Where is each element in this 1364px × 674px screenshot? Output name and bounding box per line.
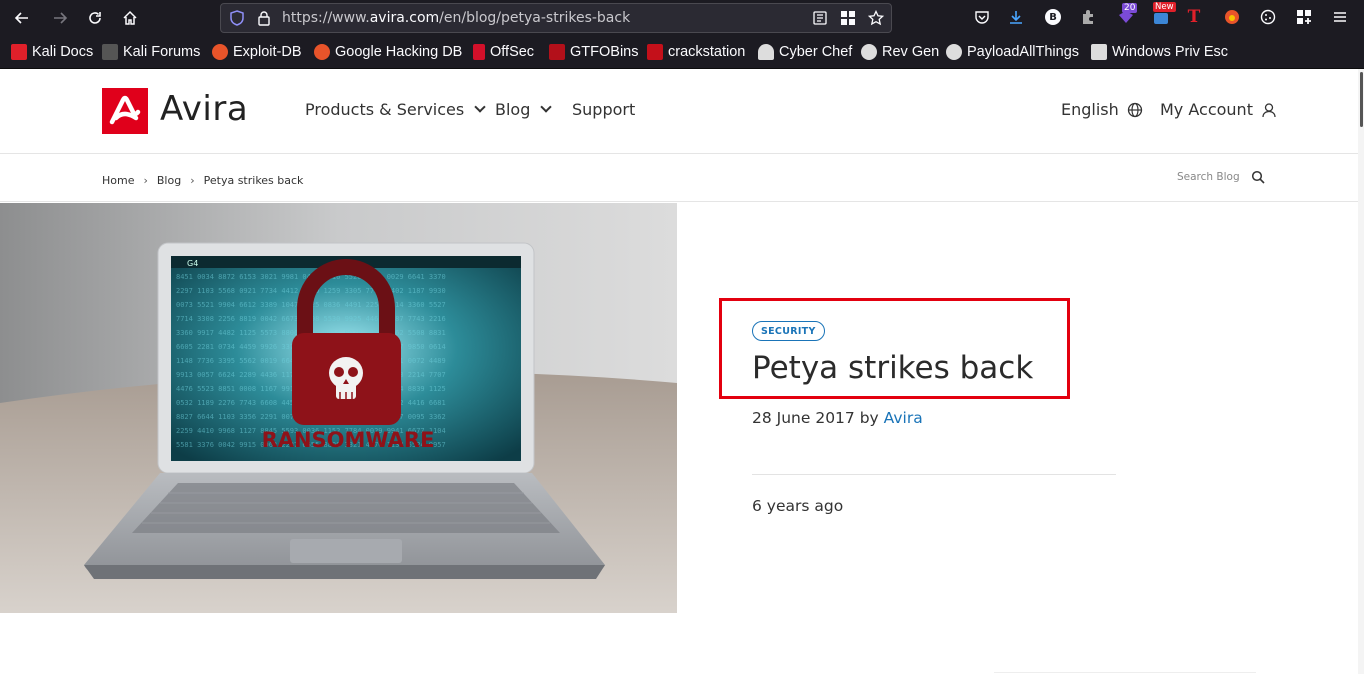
bookmark-star-icon[interactable] — [868, 10, 884, 26]
page-scrollbar[interactable] — [1358, 69, 1364, 674]
post-relative-time: 6 years ago — [752, 497, 844, 515]
pocket-icon[interactable] — [972, 7, 992, 27]
my-account-link[interactable]: My Account — [1160, 100, 1277, 119]
site-header: Avira Products & Services Blog Support E… — [0, 69, 1364, 154]
bookmark-kali-docs[interactable]: Kali Docs — [11, 43, 93, 61]
post-by: by — [859, 409, 879, 427]
bookmark-kali-forums[interactable]: Kali Forums — [102, 43, 200, 61]
back-arrow-icon[interactable] — [10, 6, 34, 30]
reload-icon[interactable] — [83, 6, 107, 30]
ext-purple-icon[interactable]: 20 — [1116, 3, 1138, 27]
breadcrumb-current: Petya strikes back — [203, 174, 304, 187]
post-info-panel — [678, 203, 1358, 613]
post-date: 28 June 2017 — [752, 409, 855, 427]
post-meta: 28 June 2017 by Avira — [752, 409, 923, 427]
bookmark-payload-all-things[interactable]: PayloadAllThings — [946, 43, 1079, 61]
breadcrumb-row: Home › Blog › Petya strikes back Search … — [0, 154, 1358, 202]
hamburger-menu-icon[interactable] — [1330, 7, 1350, 27]
bookmark-gtfobins[interactable]: GTFOBins — [549, 43, 638, 61]
url-text[interactable]: https://www.avira.com/en/blog/petya-stri… — [282, 10, 630, 26]
category-tag-security[interactable]: SECURITY — [752, 321, 825, 341]
tracking-shield-icon[interactable] — [229, 10, 245, 26]
home-icon[interactable] — [118, 6, 142, 30]
bottom-divider — [994, 672, 1256, 673]
github-icon — [946, 44, 962, 60]
breadcrumb-home[interactable]: Home — [102, 174, 134, 187]
skull-icon — [861, 44, 877, 60]
exploit-db-icon — [212, 44, 228, 60]
ext-t-icon[interactable]: T — [1184, 7, 1204, 27]
download-icon[interactable] — [1006, 7, 1026, 27]
post-hero-image: G4 8451 0034 8872 6153 3021 9981 0472 33… — [0, 203, 677, 613]
chevron-down-icon — [474, 101, 486, 113]
bookmark-exploit-db[interactable]: Exploit-DB — [212, 43, 302, 61]
nav-blog[interactable]: Blog — [495, 100, 553, 119]
search-icon[interactable] — [1251, 170, 1265, 184]
nav-support[interactable]: Support — [572, 100, 635, 119]
browser-toolbar: https://www.avira.com/en/blog/petya-stri… — [0, 0, 1364, 36]
chevron-down-icon — [540, 101, 553, 113]
gtfobins-icon — [549, 44, 565, 60]
post-title: Petya strikes back — [752, 350, 1034, 386]
ransomware-screen-text: RANSOMWARE — [262, 428, 435, 452]
lock-icon[interactable] — [257, 10, 271, 26]
bookmark-windows-priv-esc[interactable]: Windows Priv Esc — [1091, 43, 1228, 61]
brand-name[interactable]: Avira — [160, 89, 248, 129]
url-bar[interactable]: https://www.avira.com/en/blog/petya-stri… — [220, 3, 892, 33]
offsec-icon — [473, 44, 485, 60]
breadcrumb-separator-icon: › — [143, 174, 148, 187]
book-icon — [1091, 44, 1107, 60]
bookmark-crackstation[interactable]: crackstation — [647, 43, 745, 61]
search-blog-input[interactable]: Search Blog — [1177, 171, 1240, 183]
breadcrumb: Home › Blog › Petya strikes back — [102, 174, 303, 187]
kali-dragon-icon — [102, 44, 118, 60]
crackstation-icon — [647, 44, 663, 60]
avira-logo-icon[interactable] — [102, 88, 148, 134]
bookmark-cyber-chef[interactable]: Cyber Chef — [758, 43, 852, 61]
scrollbar-thumb[interactable] — [1360, 72, 1363, 127]
ext-fox-icon[interactable] — [1222, 7, 1242, 27]
globe-icon — [1127, 102, 1142, 117]
bookmark-rev-gen[interactable]: Rev Gen — [861, 43, 939, 61]
user-icon — [1262, 102, 1276, 117]
bookmark-google-hacking-db[interactable]: Google Hacking DB — [314, 43, 462, 61]
qr-grid-icon[interactable] — [840, 10, 856, 26]
kali-docs-icon — [11, 44, 27, 60]
reader-view-icon[interactable] — [812, 10, 828, 26]
chef-hat-icon — [758, 44, 774, 60]
post-author-link[interactable]: Avira — [884, 409, 923, 427]
bookmark-offsec[interactable]: OffSec — [473, 43, 534, 61]
extensions-grid-icon[interactable] — [1294, 7, 1314, 27]
bookmarks-bar: Kali Docs Kali Forums Exploit-DB Google … — [0, 36, 1364, 69]
post-divider — [752, 474, 1116, 475]
ghdb-icon — [314, 44, 330, 60]
forward-arrow-icon[interactable] — [48, 6, 72, 30]
breadcrumb-blog[interactable]: Blog — [157, 174, 181, 187]
breadcrumb-separator-icon: › — [190, 174, 195, 187]
language-selector[interactable]: English — [1061, 100, 1143, 119]
ext-b-icon[interactable]: B — [1043, 7, 1063, 27]
screen-status-text: G4 — [187, 259, 198, 268]
ext-new-icon[interactable]: New — [1151, 2, 1176, 27]
nav-products-services[interactable]: Products & Services — [305, 100, 486, 119]
cookie-icon[interactable] — [1258, 7, 1278, 27]
puzzle-extension-icon[interactable] — [1078, 7, 1098, 27]
